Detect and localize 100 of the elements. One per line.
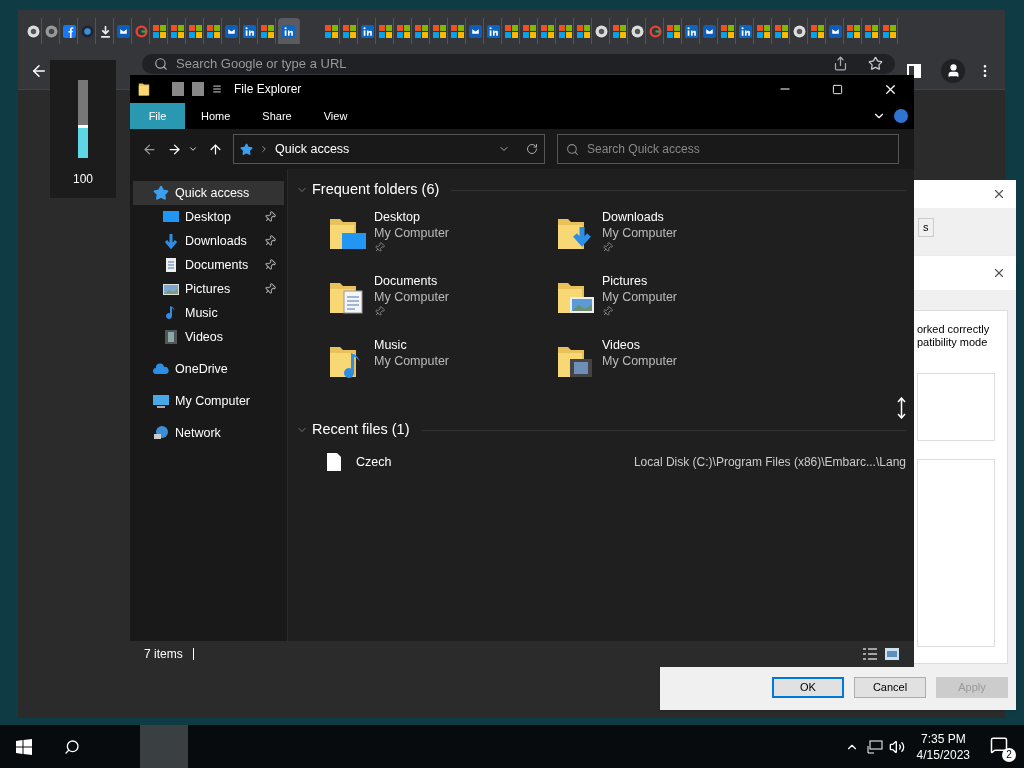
dialog-button[interactable]: Cancel bbox=[854, 676, 926, 698]
browser-tab[interactable] bbox=[756, 18, 772, 44]
nav-item[interactable]: Network bbox=[133, 421, 284, 445]
nav-item[interactable]: Videos bbox=[133, 325, 284, 349]
details-view-icon[interactable] bbox=[862, 647, 878, 661]
square-logo-icon bbox=[487, 24, 500, 38]
browser-tab[interactable] bbox=[540, 18, 556, 44]
browser-tab[interactable] bbox=[62, 18, 78, 44]
star-icon bbox=[153, 185, 169, 201]
back-icon[interactable] bbox=[142, 141, 157, 157]
dialog-button[interactable]: OK bbox=[772, 676, 844, 698]
network-icon[interactable] bbox=[866, 739, 883, 754]
dialog-tab[interactable]: s bbox=[918, 218, 934, 237]
squares-logo-icon bbox=[577, 24, 590, 38]
browser-tab[interactable] bbox=[432, 18, 448, 44]
browser-tab[interactable] bbox=[206, 18, 222, 44]
nav-item[interactable]: Pictures bbox=[133, 277, 284, 301]
search-icon[interactable] bbox=[64, 738, 80, 755]
ribbon-tab[interactable]: Share bbox=[246, 103, 308, 129]
folder-tile[interactable]: Downloads My Computer bbox=[556, 209, 784, 273]
browser-tab[interactable] bbox=[324, 18, 340, 44]
browser-tab[interactable] bbox=[450, 18, 466, 44]
browser-tab[interactable] bbox=[666, 18, 682, 44]
maximize-icon[interactable] bbox=[832, 83, 843, 95]
browser-tab[interactable] bbox=[504, 18, 520, 44]
large-icons-view-icon[interactable] bbox=[884, 647, 900, 661]
browser-tab[interactable] bbox=[26, 18, 42, 44]
search-field[interactable]: Search Quick access bbox=[557, 134, 899, 164]
bookmark-star-icon[interactable] bbox=[868, 56, 883, 71]
browser-tab[interactable] bbox=[882, 18, 898, 44]
folder-tile[interactable]: Desktop My Computer bbox=[328, 209, 556, 273]
browser-tab[interactable] bbox=[684, 18, 700, 44]
browser-tab[interactable] bbox=[98, 18, 114, 44]
browser-tab[interactable] bbox=[558, 18, 574, 44]
browser-tab[interactable] bbox=[810, 18, 826, 44]
browser-tab[interactable] bbox=[116, 18, 132, 44]
browser-tab[interactable] bbox=[342, 18, 358, 44]
folder-tile[interactable]: Pictures My Computer bbox=[556, 273, 784, 337]
browser-tab[interactable] bbox=[702, 18, 718, 44]
address-bar[interactable]: Search Google or type a URL bbox=[142, 53, 895, 74]
profile-avatar[interactable] bbox=[941, 58, 965, 83]
squares-logo-icon bbox=[559, 24, 572, 38]
browser-tab[interactable] bbox=[242, 18, 258, 44]
browser-tab[interactable] bbox=[576, 18, 592, 44]
browser-tab[interactable] bbox=[468, 18, 484, 44]
browser-tab[interactable] bbox=[738, 18, 754, 44]
close-icon[interactable] bbox=[992, 266, 1006, 280]
nav-item[interactable]: Documents bbox=[133, 253, 284, 277]
browser-tab[interactable] bbox=[278, 18, 300, 44]
volume-track[interactable] bbox=[78, 80, 88, 158]
browser-tab[interactable] bbox=[414, 18, 430, 44]
section-header[interactable]: Frequent folders (6) bbox=[312, 179, 440, 201]
ribbon-tab[interactable]: View bbox=[307, 103, 364, 129]
folder-tile[interactable]: Music My Computer bbox=[328, 337, 556, 401]
section-header[interactable]: Recent files (1) bbox=[312, 419, 410, 441]
browser-tab[interactable] bbox=[792, 18, 808, 44]
browser-tab[interactable] bbox=[522, 18, 538, 44]
browser-tab[interactable] bbox=[360, 18, 376, 44]
browser-tab[interactable] bbox=[224, 18, 240, 44]
browser-tab[interactable] bbox=[864, 18, 880, 44]
browser-tab[interactable] bbox=[720, 18, 736, 44]
close-icon[interactable] bbox=[992, 187, 1006, 201]
customize-icon[interactable] bbox=[212, 84, 222, 94]
nav-item[interactable]: My Computer bbox=[133, 389, 284, 413]
browser-tab[interactable] bbox=[846, 18, 862, 44]
browser-tab[interactable] bbox=[774, 18, 790, 44]
speaker-icon[interactable] bbox=[888, 738, 905, 755]
browser-tab[interactable] bbox=[828, 18, 844, 44]
start-icon[interactable] bbox=[16, 738, 32, 755]
up-icon[interactable] bbox=[208, 141, 223, 157]
browser-tab[interactable] bbox=[630, 18, 646, 44]
browser-tab[interactable] bbox=[188, 18, 204, 44]
recent-locations-icon[interactable] bbox=[188, 144, 198, 154]
lens-logo-icon bbox=[81, 24, 94, 38]
browser-tab[interactable] bbox=[486, 18, 502, 44]
nav-item[interactable]: Downloads bbox=[133, 229, 284, 253]
browser-tab[interactable] bbox=[260, 18, 276, 44]
folder-tile[interactable]: Videos My Computer bbox=[556, 337, 784, 401]
nav-item[interactable]: Music bbox=[133, 301, 284, 325]
folder-tile[interactable]: Documents My Computer bbox=[328, 273, 556, 337]
refresh-icon[interactable] bbox=[526, 143, 538, 155]
side-panel-icon[interactable] bbox=[907, 63, 921, 78]
forward-icon[interactable] bbox=[167, 141, 182, 157]
ring-logo-icon bbox=[793, 24, 806, 38]
squares-logo-icon bbox=[865, 24, 878, 38]
address-field[interactable]: Quick access bbox=[233, 134, 545, 164]
browser-tab[interactable] bbox=[152, 18, 168, 44]
nav-item[interactable]: OneDrive bbox=[133, 357, 284, 381]
browser-tab[interactable] bbox=[396, 18, 412, 44]
browser-tab[interactable] bbox=[378, 18, 394, 44]
ribbon-tab[interactable]: Home bbox=[185, 103, 247, 129]
nav-item[interactable]: Desktop bbox=[133, 205, 284, 229]
browser-tab[interactable] bbox=[612, 18, 628, 44]
file-row[interactable]: Czech Local Disk (C:)\Program Files (x86)\Embarc...\Lang bbox=[296, 449, 906, 475]
share-icon[interactable] bbox=[833, 56, 848, 71]
help-icon[interactable] bbox=[894, 109, 908, 123]
clock[interactable]: 7:35 PM 4/15/2023 bbox=[912, 730, 974, 763]
nav-item[interactable]: Quick access bbox=[133, 181, 284, 205]
browser-tab[interactable] bbox=[170, 18, 186, 44]
browser-tab[interactable] bbox=[594, 18, 610, 44]
